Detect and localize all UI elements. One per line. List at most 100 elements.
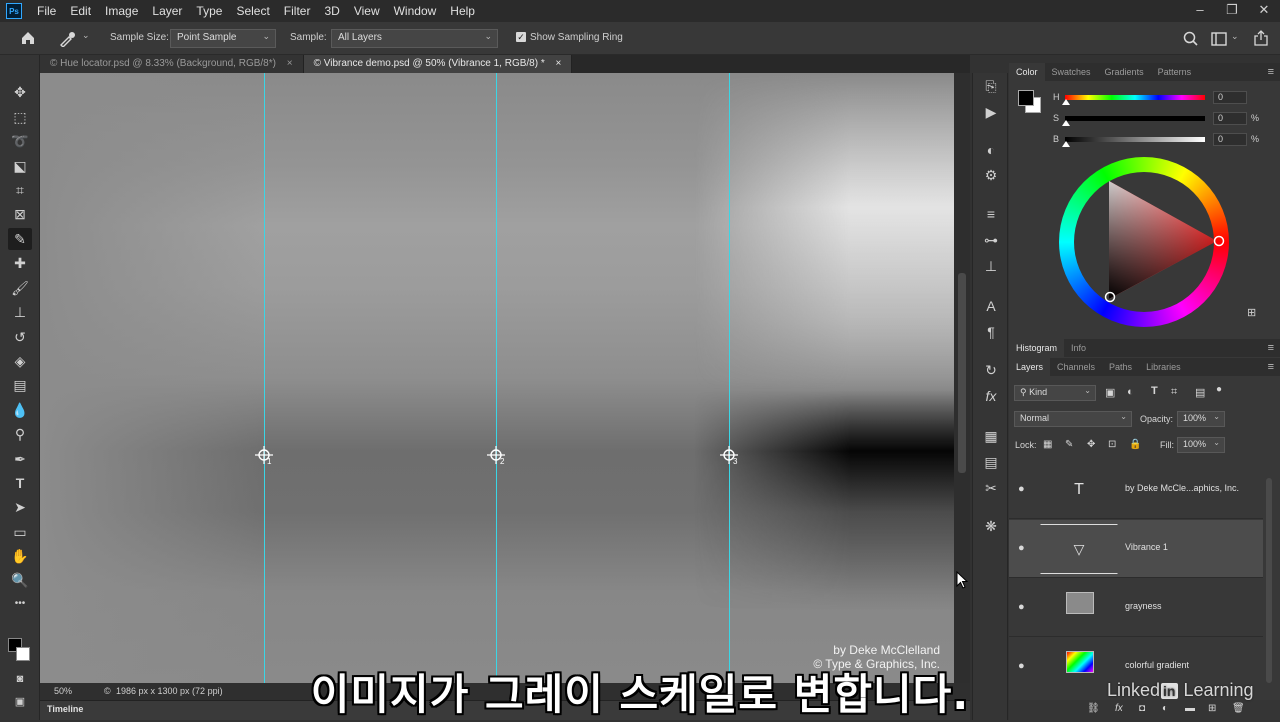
menu-3d[interactable]: 3D (317, 0, 346, 22)
workspace-chevron-icon[interactable]: ⌄ (1231, 31, 1239, 42)
menu-filter[interactable]: Filter (277, 0, 318, 22)
layer-row-text[interactable]: ● T by Deke McCle...aphics, Inc. (1009, 461, 1263, 519)
brush-tool-icon[interactable]: 🖌 (8, 277, 32, 299)
eyedropper-preset-icon[interactable] (58, 29, 78, 47)
tab-layers[interactable]: Layers (1009, 358, 1051, 376)
hue-slider-knob[interactable] (1062, 99, 1070, 105)
home-icon[interactable] (20, 30, 36, 46)
tab-swatches[interactable]: Swatches (1045, 63, 1098, 81)
pen-tool-icon[interactable]: ✒ (8, 448, 32, 470)
tab-paths[interactable]: Paths (1102, 358, 1139, 376)
styles-icon[interactable]: ↻ (979, 359, 1003, 381)
adjustments-icon[interactable]: ◐ (979, 139, 1003, 161)
zoom-tool-icon[interactable]: 🔍 (8, 569, 32, 591)
blend-mode-select[interactable]: Normal ⌄ (1014, 411, 1132, 427)
saturation-slider-knob[interactable] (1062, 120, 1070, 126)
layer-name[interactable]: grayness (1125, 601, 1162, 611)
tab-color[interactable]: Color (1009, 63, 1045, 81)
lock-image-icon[interactable]: ✎ (1065, 439, 1073, 450)
vertical-scrollbar[interactable] (954, 73, 970, 683)
tab-info[interactable]: Info (1064, 339, 1093, 357)
panel-menu-icon[interactable]: ≡ (1268, 342, 1274, 354)
history-brush-tool-icon[interactable]: ↺ (8, 326, 32, 348)
filter-toggle-icon[interactable]: ● (1216, 384, 1222, 395)
lock-transparent-icon[interactable]: ▦ (1043, 439, 1052, 450)
close-tab-icon[interactable]: × (287, 58, 293, 69)
marquee-tool-icon[interactable]: ⬚ (8, 106, 32, 128)
tab-vibrance-demo[interactable]: © Vibrance demo.psd @ 50% (Vibrance 1, R… (303, 55, 573, 73)
actions-play-icon[interactable]: ▶ (979, 101, 1003, 123)
guide-line[interactable] (729, 73, 730, 683)
filter-smart-object-icon[interactable]: ▤ (1195, 386, 1205, 399)
menu-file[interactable]: File (30, 0, 63, 22)
menu-select[interactable]: Select (229, 0, 276, 22)
menu-layer[interactable]: Layer (145, 0, 189, 22)
menu-view[interactable]: View (347, 0, 387, 22)
frame-tool-icon[interactable]: ⊠ (8, 203, 32, 225)
brightness-slider[interactable] (1065, 137, 1205, 142)
search-icon[interactable] (1183, 31, 1199, 47)
layers-scrollbar-thumb[interactable] (1266, 478, 1272, 683)
notes-icon[interactable]: ▤ (979, 451, 1003, 473)
path-selection-tool-icon[interactable]: ➤ (8, 496, 32, 518)
menu-edit[interactable]: Edit (63, 0, 98, 22)
background-color-swatch[interactable] (16, 647, 30, 661)
filter-adjustment-icon[interactable]: ◐ (1127, 386, 1134, 398)
visibility-eye-icon[interactable]: ● (1018, 601, 1030, 613)
workspace-icon[interactable] (1211, 32, 1227, 46)
hand-tool-icon[interactable]: ✋ (8, 545, 32, 567)
restore-button[interactable]: ❐ (1216, 0, 1248, 22)
lock-artboard-icon[interactable]: ⊡ (1108, 439, 1116, 450)
brightness-slider-knob[interactable] (1062, 141, 1070, 147)
eyedropper-tool-icon[interactable]: ✎ (8, 228, 32, 250)
opacity-input[interactable]: 100% ⌄ (1177, 411, 1225, 427)
panel-menu-icon[interactable]: ≡ (1268, 66, 1274, 78)
brightness-input[interactable]: 0 (1213, 133, 1247, 146)
tab-histogram[interactable]: Histogram (1009, 339, 1065, 357)
object-select-tool-icon[interactable]: ⬕ (8, 155, 32, 177)
type-tool-icon[interactable]: T (8, 472, 32, 494)
menu-type[interactable]: Type (189, 0, 229, 22)
layer-row-vibrance[interactable]: ● ▽ Vibrance 1 (1009, 520, 1263, 578)
panel-menu-icon[interactable]: ≡ (1268, 361, 1274, 373)
share-icon[interactable] (1254, 30, 1268, 46)
filter-pixel-icon[interactable]: ▣ (1105, 386, 1115, 399)
hue-input[interactable]: 0 (1213, 91, 1247, 104)
layer-name[interactable]: by Deke McCle...aphics, Inc. (1125, 483, 1239, 493)
show-ring-checkbox[interactable]: ✓ (516, 32, 526, 42)
add-to-library-icon[interactable]: ⊞ (1247, 306, 1256, 319)
layer-name[interactable]: Vibrance 1 (1125, 542, 1168, 552)
brushes-icon[interactable]: ⊶ (979, 229, 1003, 251)
blur-tool-icon[interactable]: 💧 (8, 399, 32, 421)
menu-image[interactable]: Image (98, 0, 145, 22)
clone-source-icon[interactable]: ⊥ (979, 255, 1003, 277)
dodge-tool-icon[interactable]: ⚲ (8, 423, 32, 445)
layer-row-grayness[interactable]: ● grayness (1009, 579, 1263, 637)
guide-line[interactable] (264, 73, 265, 683)
clone-stamp-tool-icon[interactable]: ⊥ (8, 301, 32, 323)
close-tab-icon[interactable]: × (556, 58, 562, 69)
tools-presets-icon[interactable]: ✂ (979, 477, 1003, 499)
tab-libraries[interactable]: Libraries (1139, 358, 1188, 376)
saturation-slider[interactable] (1065, 116, 1205, 121)
tab-patterns[interactable]: Patterns (1151, 63, 1199, 81)
menu-help[interactable]: Help (443, 0, 482, 22)
lock-position-icon[interactable]: ✥ (1087, 439, 1095, 450)
minimize-button[interactable]: – (1184, 0, 1216, 22)
properties-icon[interactable]: ⚙ (979, 164, 1003, 186)
saturation-input[interactable]: 0 (1213, 112, 1247, 125)
eraser-tool-icon[interactable]: ◈ (8, 350, 32, 372)
visibility-eye-icon[interactable]: ● (1018, 483, 1030, 495)
layer-filter-kind[interactable]: ⚲ Kind ⌄ (1014, 385, 1096, 401)
brush-settings-icon[interactable]: ≡ (979, 203, 1003, 225)
preset-chevron-icon[interactable]: ⌄ (82, 30, 90, 41)
visibility-eye-icon[interactable]: ● (1018, 542, 1030, 554)
fill-input[interactable]: 100% ⌄ (1177, 437, 1225, 453)
character-icon[interactable]: A (979, 295, 1003, 317)
layer-comps-icon[interactable]: ▦ (979, 425, 1003, 447)
sample-size-select[interactable]: Point Sample ⌄ (170, 29, 276, 48)
history-icon[interactable]: ⎘ (979, 75, 1003, 97)
sample-select[interactable]: All Layers ⌄ (331, 29, 498, 48)
fx-icon[interactable]: fx (979, 385, 1003, 407)
guide-line[interactable] (496, 73, 497, 683)
